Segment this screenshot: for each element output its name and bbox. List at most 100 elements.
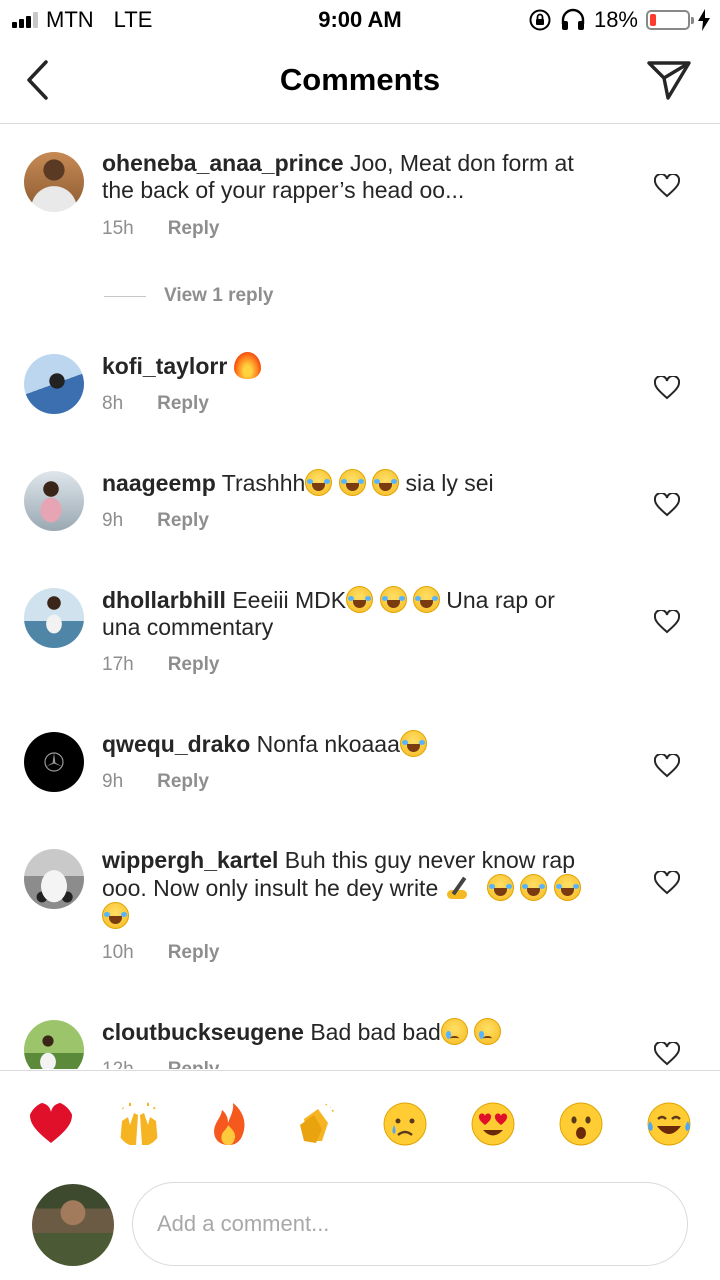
avatar[interactable] [24,732,84,792]
comment-body: Una rap or [446,587,555,613]
avatar[interactable] [24,588,84,648]
reply-button[interactable]: Reply [168,654,220,676]
tears-of-joy-emoji-icon [520,874,548,901]
paper-plane-icon [647,61,691,100]
comment-text: cloutbuckseugene Bad bad bad [102,1018,612,1046]
reply-button[interactable]: Reply [168,1059,220,1069]
comment-item: wippergh_kartel Buh this guy never know … [0,820,720,991]
comment-item: cloutbuckseugene Bad bad bad 12h Reply [0,991,720,1069]
view-replies-button[interactable]: View 1 reply [104,285,274,307]
comments-header: Comments [0,40,720,124]
headphones-icon [561,8,585,30]
comment-body: Joo, Meat don form at [350,150,574,176]
reply-button[interactable]: Reply [168,218,220,240]
mercedes-logo-icon [44,752,64,772]
comment-username[interactable]: oheneba_anaa_prince [102,150,344,176]
tears-of-joy-emoji-icon [412,586,440,613]
comment-body: una commentary [102,614,274,640]
like-heart-icon[interactable] [654,1042,680,1066]
comment-text: dhollarbhill Eeeiii MDK Una rap or una c… [102,586,612,641]
tears-of-joy-emoji-icon [102,902,129,929]
view-replies-label: View 1 reply [164,285,274,306]
raising-hands-icon[interactable] [116,1101,162,1147]
like-heart-icon[interactable] [654,610,680,634]
comment-text: qwequ_drako Nonfa nkoaaa [102,730,612,758]
comment-body: ooo. Now only insult he dey write [102,875,439,901]
comment-time: 17h [102,654,134,675]
status-bar-right: 18% [528,7,710,33]
comment-item: qwequ_drako Nonfa nkoaaa 9h Reply [0,703,720,820]
comment-time: 15h [102,218,134,239]
comment-meta: 10h Reply [102,942,219,964]
comment-text: oheneba_anaa_prince Joo, Meat don form a… [102,150,612,204]
tears-of-joy-emoji-icon [305,469,333,496]
rotation-lock-icon [529,9,551,31]
heart-eyes-face-icon[interactable] [470,1101,516,1147]
comment-body: Nonfa nkoaaa [256,731,400,757]
battery-icon [646,10,694,30]
comment-username[interactable]: qwequ_drako [102,731,250,757]
comment-meta: 17h Reply [102,654,219,676]
like-heart-icon[interactable] [654,376,680,400]
comment-input[interactable] [132,1182,688,1266]
clapping-hands-icon[interactable] [292,1101,338,1147]
comment-time: 9h [102,771,124,792]
divider-line [104,295,146,297]
status-bar: MTN LTE 9:00 AM 18% [0,0,720,40]
comment-text: kofi_taylorr [102,352,612,380]
reply-button[interactable]: Reply [168,942,220,964]
avatar[interactable] [24,1020,84,1069]
tears-of-joy-emoji-icon [399,730,427,757]
avatar[interactable] [24,471,84,531]
comment-body: sia ly sei [405,470,494,496]
crying-face-emoji-icon [440,1018,468,1045]
avatar[interactable] [24,849,84,909]
red-heart-icon[interactable] [28,1101,74,1147]
comment-item: dhollarbhill Eeeiii MDK Una rap or una c… [0,559,720,703]
comment-meta: 12h Reply [102,1059,219,1069]
tears-of-joy-emoji-icon [379,586,407,613]
current-user-avatar [32,1184,114,1266]
comment-time: 8h [102,393,124,414]
reply-button[interactable]: Reply [157,510,209,532]
comment-username[interactable]: cloutbuckseugene [102,1019,304,1045]
comment-body: Trashhh [221,470,306,496]
fire-emoji-icon [233,352,261,379]
share-button[interactable] [646,58,692,102]
comment-username[interactable]: wippergh_kartel [102,847,278,873]
writing-hand-emoji-icon [445,874,475,901]
comment-username[interactable]: naageemp [102,470,216,496]
comment-username[interactable]: kofi_taylorr [102,353,227,379]
comment-text: naageemp Trashhh sia ly sei [102,469,612,497]
tears-of-joy-emoji-icon [346,586,374,613]
comment-meta: 8h Reply [102,393,209,415]
comment-item: kofi_taylorr 8h Reply [0,325,720,442]
comments-list[interactable]: oheneba_anaa_prince Joo, Meat don form a… [0,125,720,1069]
comment-username[interactable]: dhollarbhill [102,587,226,613]
like-heart-icon[interactable] [654,493,680,517]
fire-icon[interactable] [206,1101,252,1147]
comment-body: Eeeiii MDK [232,587,347,613]
comment-time: 10h [102,942,134,963]
like-heart-icon[interactable] [654,174,680,198]
reply-button[interactable]: Reply [157,771,209,793]
tears-of-joy-emoji-icon [553,874,581,901]
avatar[interactable] [24,354,84,414]
crying-face-icon[interactable] [382,1101,428,1147]
comment-meta: 9h Reply [102,771,209,793]
tears-of-joy-emoji-icon [338,469,366,496]
comment-body: the back of your rapper’s head oo... [102,177,465,203]
reply-button[interactable]: Reply [157,393,209,415]
comment-item: oheneba_anaa_prince Joo, Meat don form a… [0,125,720,325]
surprised-face-icon[interactable] [558,1101,604,1147]
battery-percent: 18% [593,7,638,32]
tears-of-joy-face-icon[interactable] [646,1101,692,1147]
like-heart-icon[interactable] [654,754,680,778]
like-heart-icon[interactable] [654,871,680,895]
charging-bolt-icon [698,9,710,31]
comment-meta: 15h Reply [102,218,219,240]
tears-of-joy-emoji-icon [487,874,515,901]
battery-level [650,14,657,26]
avatar[interactable] [24,152,84,212]
comment-time: 9h [102,510,124,531]
